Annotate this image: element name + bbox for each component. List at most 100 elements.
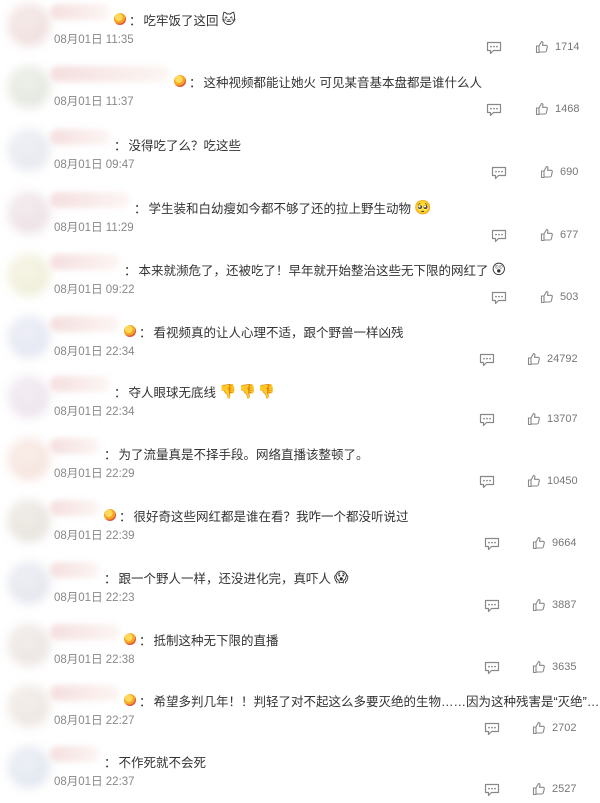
thumbs-up-icon bbox=[535, 40, 548, 54]
comment-text: 没得吃了么？吃这些 bbox=[128, 138, 242, 153]
fan-badge-icon bbox=[114, 13, 126, 25]
thumbs-up-icon bbox=[527, 474, 540, 488]
avatar[interactable] bbox=[8, 624, 50, 666]
colon-separator: ： bbox=[134, 201, 147, 216]
like-button[interactable]: 503 bbox=[540, 290, 578, 304]
comment-time: 08月01日 22:34 bbox=[54, 346, 135, 358]
like-button[interactable]: 677 bbox=[540, 228, 578, 242]
colon-separator: ： bbox=[139, 633, 152, 648]
emoji-icon: 🐱 bbox=[221, 11, 237, 27]
fan-badge-icon bbox=[124, 325, 136, 337]
avatar[interactable] bbox=[8, 500, 50, 542]
username-redacted bbox=[50, 562, 100, 578]
like-count: 1468 bbox=[555, 103, 580, 115]
comment-line: ：为了流量真是不择手段。网络直播该整顿了。 bbox=[104, 443, 369, 463]
avatar[interactable] bbox=[8, 4, 50, 46]
avatar[interactable] bbox=[8, 192, 50, 234]
comment-time: 08月01日 09:22 bbox=[54, 284, 135, 296]
username-redacted bbox=[50, 624, 120, 640]
like-button[interactable]: 9664 bbox=[532, 536, 576, 550]
comment-line: ：夺人眼球无底线 👎 👎 👎 bbox=[114, 381, 277, 401]
reply-icon[interactable] bbox=[484, 722, 500, 736]
comment-item: ：没得吃了么？吃这些 08月01日 09:47 690 bbox=[0, 125, 600, 186]
like-button[interactable]: 24792 bbox=[527, 352, 578, 366]
avatar[interactable] bbox=[8, 562, 50, 604]
comment-time: 08月01日 11:37 bbox=[54, 96, 134, 108]
like-button[interactable]: 2527 bbox=[532, 782, 576, 796]
comment-item: ：跟一个野人一样，还没进化完，真吓人 😱 08月01日 22:23 3887 bbox=[0, 558, 600, 619]
colon-separator: ： bbox=[104, 755, 117, 770]
comment-line: ：希望多判几年！！判轻了对不起这么多要灭绝的生物……因为这种残害是“灭绝”…… bbox=[124, 690, 600, 710]
reply-icon[interactable] bbox=[484, 661, 500, 675]
like-button[interactable]: 1468 bbox=[535, 102, 579, 116]
comment-line: ：抵制这种无下限的直播 bbox=[124, 629, 279, 649]
comment-time: 08月01日 09:47 bbox=[54, 159, 135, 171]
avatar[interactable] bbox=[8, 746, 50, 788]
avatar[interactable] bbox=[8, 66, 50, 108]
comment-line: ：这种视频都能让她火 可见某音基本盘都是谁什么人 bbox=[174, 71, 482, 91]
like-button[interactable]: 3887 bbox=[532, 598, 576, 612]
like-button[interactable]: 690 bbox=[540, 165, 578, 179]
reply-icon[interactable] bbox=[479, 353, 495, 367]
thumbs-up-icon bbox=[532, 536, 545, 550]
thumbs-up-icon bbox=[540, 165, 553, 179]
reply-icon[interactable] bbox=[486, 41, 502, 55]
colon-separator: ： bbox=[114, 385, 127, 400]
comment-item: ：希望多判几年！！判轻了对不起这么多要灭绝的生物……因为这种残害是“灭绝”…… 0… bbox=[0, 681, 600, 742]
comment-text: 看视频真的让人心理不适，跟个野兽一样凶残 bbox=[153, 325, 404, 340]
username-redacted bbox=[50, 500, 100, 516]
colon-separator: ： bbox=[139, 325, 152, 340]
fan-badge-icon bbox=[124, 633, 136, 645]
reply-icon[interactable] bbox=[484, 783, 500, 797]
comment-line: ：跟一个野人一样，还没进化完，真吓人 😱 bbox=[104, 567, 351, 587]
username-redacted bbox=[50, 685, 120, 701]
reply-icon[interactable] bbox=[479, 475, 495, 489]
thumbs-up-icon bbox=[535, 102, 548, 116]
comment-text: 希望多判几年！！判轻了对不起这么多要灭绝的生物……因为这种残害是“灭绝”…… bbox=[153, 694, 600, 709]
comment-line: ：没得吃了么？吃这些 bbox=[114, 134, 241, 154]
colon-separator: ： bbox=[119, 509, 132, 524]
username-redacted bbox=[50, 376, 110, 392]
reply-icon[interactable] bbox=[491, 166, 507, 180]
comment-line: ：本来就濒危了，还被吃了！早年就开始整治这些无下限的网红了 😲 bbox=[124, 259, 508, 279]
avatar[interactable] bbox=[8, 685, 50, 727]
comment-line: ：学生装和白幼瘦如今都不够了还的拉上野生动物 🥺 bbox=[134, 197, 433, 217]
like-count: 10450 bbox=[547, 475, 578, 487]
reply-icon[interactable] bbox=[486, 103, 502, 117]
like-button[interactable]: 1714 bbox=[535, 40, 579, 54]
avatar[interactable] bbox=[8, 438, 50, 480]
like-count: 503 bbox=[560, 291, 579, 303]
like-button[interactable]: 2702 bbox=[532, 721, 576, 735]
reply-icon[interactable] bbox=[484, 599, 500, 613]
comment-item: ：不作死就不会死 08月01日 22:37 2527 bbox=[0, 742, 600, 803]
comment-text: 为了流量真是不择手段。网络直播该整顿了。 bbox=[118, 447, 369, 462]
fan-badge-icon bbox=[174, 75, 186, 87]
thumbs-up-icon bbox=[532, 721, 545, 735]
colon-separator: ： bbox=[124, 263, 137, 278]
like-button[interactable]: 10450 bbox=[527, 474, 578, 488]
thumbs-up-icon bbox=[540, 290, 553, 304]
comment-item: ：看视频真的让人心理不适，跟个野兽一样凶残 08月01日 22:34 24792 bbox=[0, 312, 600, 373]
username-redacted bbox=[50, 192, 130, 208]
avatar[interactable] bbox=[8, 376, 50, 418]
like-count: 690 bbox=[560, 166, 579, 178]
like-button[interactable]: 13707 bbox=[527, 412, 578, 426]
emoji-icon: 👎 👎 👎 bbox=[219, 383, 276, 399]
comment-item: ：夺人眼球无底线 👎 👎 👎 08月01日 22:34 13707 bbox=[0, 372, 600, 433]
avatar[interactable] bbox=[8, 129, 50, 171]
comment-item: ：抵制这种无下限的直播 08月01日 22:38 3635 bbox=[0, 620, 600, 681]
reply-icon[interactable] bbox=[484, 537, 500, 551]
thumbs-up-icon bbox=[532, 660, 545, 674]
emoji-icon: 😲 bbox=[491, 261, 507, 277]
reply-icon[interactable] bbox=[479, 413, 495, 427]
like-button[interactable]: 3635 bbox=[532, 660, 576, 674]
colon-separator: ： bbox=[129, 13, 142, 28]
avatar[interactable] bbox=[8, 316, 50, 358]
username-redacted bbox=[50, 438, 100, 454]
reply-icon[interactable] bbox=[491, 229, 507, 243]
comment-text: 学生装和白幼瘦如今都不够了还的拉上野生动物 bbox=[148, 201, 412, 216]
reply-icon[interactable] bbox=[491, 291, 507, 305]
avatar[interactable] bbox=[8, 254, 50, 296]
comment-item: ：为了流量真是不择手段。网络直播该整顿了。 08月01日 22:29 10450 bbox=[0, 434, 600, 495]
comment-time: 08月01日 22:38 bbox=[54, 654, 135, 666]
